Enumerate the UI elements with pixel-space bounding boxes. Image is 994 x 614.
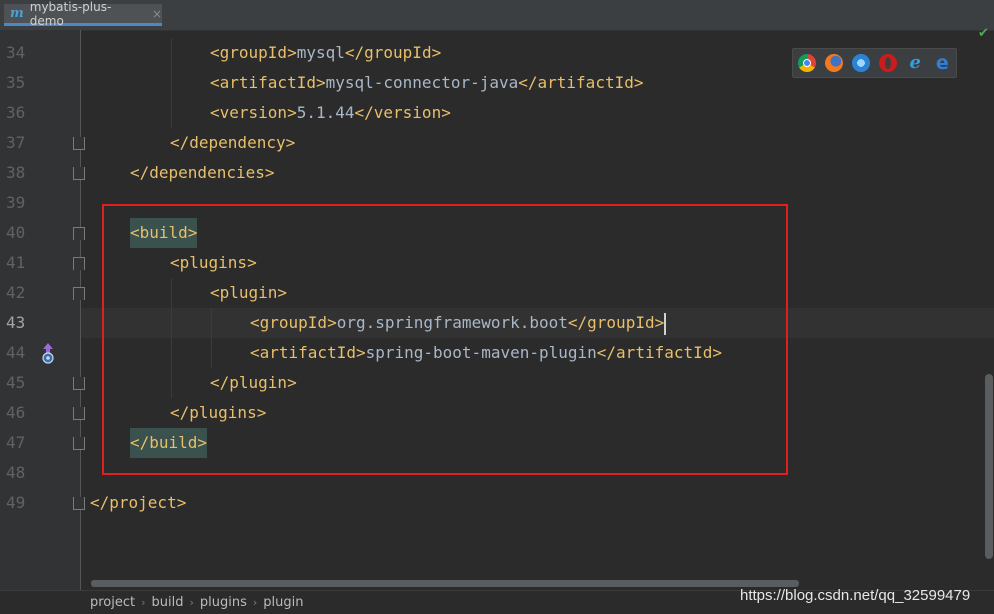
gutter-row: 48 — [0, 458, 80, 488]
breadcrumb-item[interactable]: plugin — [263, 595, 303, 610]
maven-module-icon: m — [10, 6, 24, 21]
line-number: 34 — [6, 43, 26, 62]
editor-tab-bar: m mybatis-plus-demo × — [0, 0, 994, 31]
code-line: </dependencies> — [81, 158, 994, 188]
line-number: 37 — [6, 133, 26, 152]
chrome-icon[interactable] — [797, 54, 816, 72]
code-line: </dependency> — [81, 128, 994, 158]
line-number: 47 — [6, 433, 26, 452]
tab-label: mybatis-plus-demo — [29, 0, 112, 28]
breadcrumb-item[interactable]: build — [152, 595, 184, 610]
gutter-row: 39 — [0, 188, 80, 218]
ie-icon[interactable]: e — [906, 54, 924, 72]
vertical-scrollbar[interactable] — [985, 374, 993, 559]
line-number: 45 — [6, 373, 26, 392]
watermark-text: https://blog.csdn.net/qq_32599479 — [740, 587, 971, 604]
firefox-icon[interactable] — [824, 54, 843, 72]
breadcrumb-separator: › — [189, 596, 194, 609]
code-text: </project> — [90, 493, 187, 512]
gutter-row: 36 — [0, 98, 80, 128]
line-number: 44 — [6, 343, 26, 362]
gutter-row: 37 — [0, 128, 85, 158]
line-number: 39 — [6, 193, 26, 212]
gutter-row: 47 — [0, 428, 85, 458]
gutter-row: 38 — [0, 158, 85, 188]
code-text: </dependency> — [170, 133, 296, 152]
line-number: 42 — [6, 283, 26, 302]
breadcrumb-separator: › — [252, 596, 258, 609]
gutter-row: 45 — [0, 368, 85, 398]
horizontal-scrollbar[interactable] — [91, 580, 799, 587]
line-number: 48 — [6, 463, 26, 482]
edge-icon[interactable]: e — [933, 54, 951, 73]
breadcrumb-item[interactable]: plugins — [200, 595, 247, 610]
gutter-row: 35 — [0, 68, 80, 98]
gutter-row: 43 — [0, 308, 80, 338]
browser-preview-bar: e e — [792, 48, 957, 78]
breadcrumb-separator: › — [141, 596, 146, 609]
gutter-row: 34 — [0, 38, 80, 68]
opera-icon[interactable] — [879, 54, 898, 72]
gutter-row: 40 — [0, 218, 85, 248]
code-text: <groupId>mysql</groupId> — [210, 43, 442, 62]
line-number-gutter: 34 35 36 37 38 39 40 41 42 43 44 45 46 4… — [0, 30, 85, 590]
gutter-row: 46 — [0, 398, 85, 428]
file-tab[interactable]: m mybatis-plus-demo × — [4, 0, 162, 28]
code-text: </dependencies> — [130, 163, 275, 182]
line-number: 36 — [6, 103, 26, 122]
code-text: <artifactId>mysql-connector-java</artifa… — [210, 73, 644, 92]
annotation-box — [102, 204, 788, 475]
gutter-row: 42 — [0, 278, 85, 308]
code-line: <version>5.1.44</version> — [81, 98, 994, 128]
line-number: 38 — [6, 163, 26, 182]
code-text: <version>5.1.44</version> — [210, 103, 451, 122]
line-number: 35 — [6, 73, 26, 92]
gutter-row: 49 — [0, 488, 85, 518]
gutter-row: 44 — [0, 338, 80, 368]
maven-override-icon[interactable] — [39, 342, 57, 364]
line-number: 46 — [6, 403, 26, 422]
current-line-number: 43 — [6, 313, 26, 332]
line-number: 40 — [6, 223, 26, 242]
code-line: </project> — [81, 488, 994, 518]
safari-icon[interactable] — [851, 54, 870, 72]
breadcrumb-item[interactable]: project — [90, 595, 135, 610]
line-number: 49 — [6, 493, 26, 512]
gutter-row: 41 — [0, 248, 85, 278]
close-tab-icon[interactable]: × — [152, 7, 162, 21]
line-number: 41 — [6, 253, 26, 272]
